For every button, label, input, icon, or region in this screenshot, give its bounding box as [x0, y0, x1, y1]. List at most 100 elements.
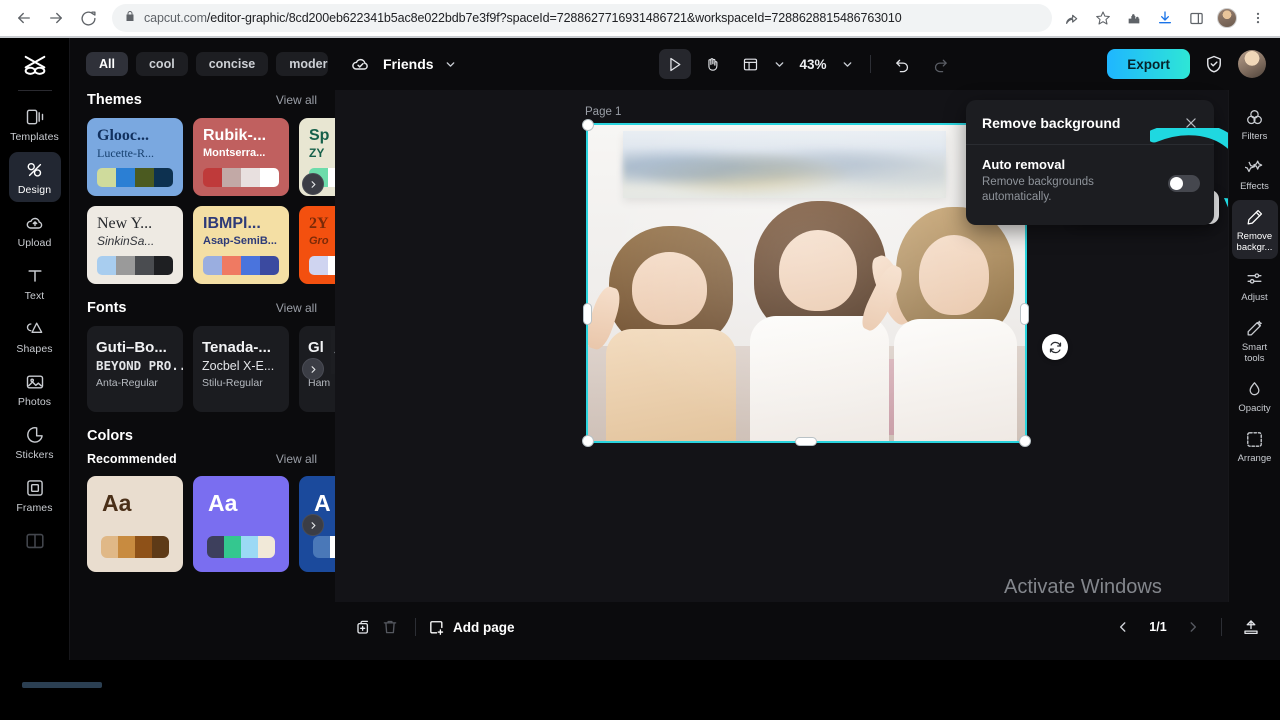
rotate-icon[interactable]: [1042, 334, 1068, 360]
download-icon[interactable]: [1155, 8, 1175, 28]
back-arrow-icon[interactable]: [10, 4, 38, 32]
theme-card[interactable]: 2Y Gro: [299, 206, 335, 284]
capcut-logo[interactable]: [18, 48, 52, 82]
theme-card[interactable]: Rubik-... Montserra...: [193, 118, 289, 196]
chip-modern[interactable]: modern: [276, 52, 328, 76]
font-card[interactable]: Tenada-... Zocbel X-E... Stilu-Regular: [193, 326, 289, 412]
auto-removal-row: Auto removal Remove backgrounds automati…: [966, 145, 1214, 205]
three-dot-menu-icon[interactable]: [1248, 8, 1268, 28]
colors-view-all[interactable]: View all: [276, 452, 317, 466]
resize-handle-right[interactable]: [1020, 303, 1029, 325]
theme-card[interactable]: Glooc... Lucette-R...: [87, 118, 183, 196]
theme-subtitle: Gro: [309, 234, 335, 248]
browser-actions: [1062, 8, 1270, 28]
photo-light-overlay: [588, 125, 1025, 441]
tool-remove-background[interactable]: Remove backgr...: [1232, 200, 1278, 259]
font-card[interactable]: Guti–Bo... BEYOND PRO... Anta-Regular: [87, 326, 183, 412]
prev-page-button[interactable]: [1113, 617, 1133, 637]
undo-button[interactable]: [887, 49, 919, 79]
tool-opacity[interactable]: Opacity: [1232, 372, 1278, 420]
chip-concise[interactable]: concise: [196, 52, 269, 76]
hand-tool-button[interactable]: [696, 49, 728, 79]
theme-card[interactable]: New Y... SinkinSa...: [87, 206, 183, 284]
add-page-button[interactable]: Add page: [428, 619, 515, 636]
theme-swatches: [309, 256, 335, 275]
color-swatches: [101, 536, 169, 558]
side-panel-icon[interactable]: [1186, 8, 1206, 28]
selected-image-element[interactable]: [588, 125, 1025, 441]
popover-header: Remove background: [966, 100, 1214, 132]
user-avatar[interactable]: [1238, 50, 1266, 78]
star-icon[interactable]: [1093, 8, 1113, 28]
select-tool-button[interactable]: [658, 49, 690, 79]
url-path: /editor-graphic/8cd200eb622341b5ac8e022b…: [207, 11, 902, 25]
sidebar-item-label: Stickers: [15, 450, 53, 461]
redo-button[interactable]: [925, 49, 957, 79]
zoom-chevron-down-icon[interactable]: [841, 58, 854, 71]
tool-effects[interactable]: Effects: [1232, 150, 1278, 198]
tool-arrange[interactable]: Arrange: [1232, 422, 1278, 470]
sidebar-item-templates[interactable]: Templates: [9, 99, 61, 149]
present-icon[interactable]: [1238, 614, 1264, 640]
themes-view-all[interactable]: View all: [276, 93, 317, 107]
resize-handle-bottom-right[interactable]: [1019, 435, 1031, 447]
page-label: Page 1: [585, 106, 621, 118]
filters-icon: [1245, 107, 1265, 127]
design-icon: [24, 159, 46, 181]
arrange-icon: [1245, 429, 1265, 449]
sidebar-item-frames[interactable]: Frames: [9, 470, 61, 520]
reload-icon[interactable]: [74, 4, 102, 32]
color-card[interactable]: Aa: [87, 476, 183, 572]
forward-arrow-icon[interactable]: [42, 4, 70, 32]
font-sample-2: Zocbel X-E...: [202, 357, 280, 375]
fonts-view-all[interactable]: View all: [276, 301, 317, 315]
export-button[interactable]: Export: [1107, 49, 1190, 79]
fonts-next-button[interactable]: [302, 358, 324, 380]
document-title[interactable]: Friends: [383, 56, 434, 72]
photos-icon: [24, 371, 46, 393]
resize-handle-top-left[interactable]: [582, 119, 594, 131]
chip-all[interactable]: All: [86, 52, 128, 76]
color-card[interactable]: Aa: [193, 476, 289, 572]
browser-profile-avatar[interactable]: [1217, 8, 1237, 28]
toolbar-center: 43%: [658, 49, 956, 79]
resize-handle-left[interactable]: [583, 303, 592, 325]
more-tools-icon[interactable]: [24, 530, 46, 552]
font-sample-2: BEYOND PRO...: [96, 357, 174, 375]
font-sample-1: Guti–Bo...: [96, 338, 174, 357]
resize-handle-bottom-left[interactable]: [582, 435, 594, 447]
duplicate-page-icon[interactable]: [351, 614, 377, 640]
trash-icon[interactable]: [377, 614, 403, 640]
tool-adjust[interactable]: Adjust: [1232, 261, 1278, 309]
sidebar-item-upload[interactable]: Upload: [9, 205, 61, 255]
sidebar-item-label: Design: [18, 185, 51, 196]
zoom-level-label[interactable]: 43%: [799, 57, 826, 72]
chevron-down-icon[interactable]: [444, 58, 457, 71]
sidebar-item-design[interactable]: Design: [9, 152, 61, 202]
theme-subtitle: Montserra...: [203, 146, 281, 160]
sidebar-item-photos[interactable]: Photos: [9, 364, 61, 414]
colors-next-button[interactable]: [302, 514, 324, 536]
tool-smart-tools[interactable]: Smart tools: [1232, 311, 1278, 370]
theme-card[interactable]: IBMPl... Asap-SemiB...: [193, 206, 289, 284]
address-bar[interactable]: capcut.com/editor-graphic/8cd200eb622341…: [112, 4, 1052, 32]
sidebar-item-stickers[interactable]: Stickers: [9, 417, 61, 467]
tool-filters[interactable]: Filters: [1232, 100, 1278, 148]
resize-handle-bottom[interactable]: [795, 437, 817, 446]
puzzle-icon[interactable]: [1124, 8, 1144, 28]
themes-next-button[interactable]: [302, 173, 324, 195]
toolbar-left: Friends: [349, 52, 457, 76]
layout-tool-button[interactable]: [734, 49, 766, 79]
popover-title: Remove background: [982, 115, 1120, 131]
right-tools-rail: Filters Effects Remove backgr... Adjust …: [1228, 90, 1280, 602]
share-icon[interactable]: [1062, 8, 1082, 28]
layout-chevron-down-icon[interactable]: [772, 58, 785, 71]
auto-removal-toggle[interactable]: [1168, 175, 1200, 192]
sidebar-item-text[interactable]: Text: [9, 258, 61, 308]
chip-cool[interactable]: cool: [136, 52, 188, 76]
next-page-button[interactable]: [1183, 617, 1203, 637]
sidebar-item-shapes[interactable]: Shapes: [9, 311, 61, 361]
nav-divider: [1221, 618, 1222, 636]
close-icon[interactable]: [1182, 114, 1200, 132]
shield-check-icon[interactable]: [1202, 52, 1226, 76]
